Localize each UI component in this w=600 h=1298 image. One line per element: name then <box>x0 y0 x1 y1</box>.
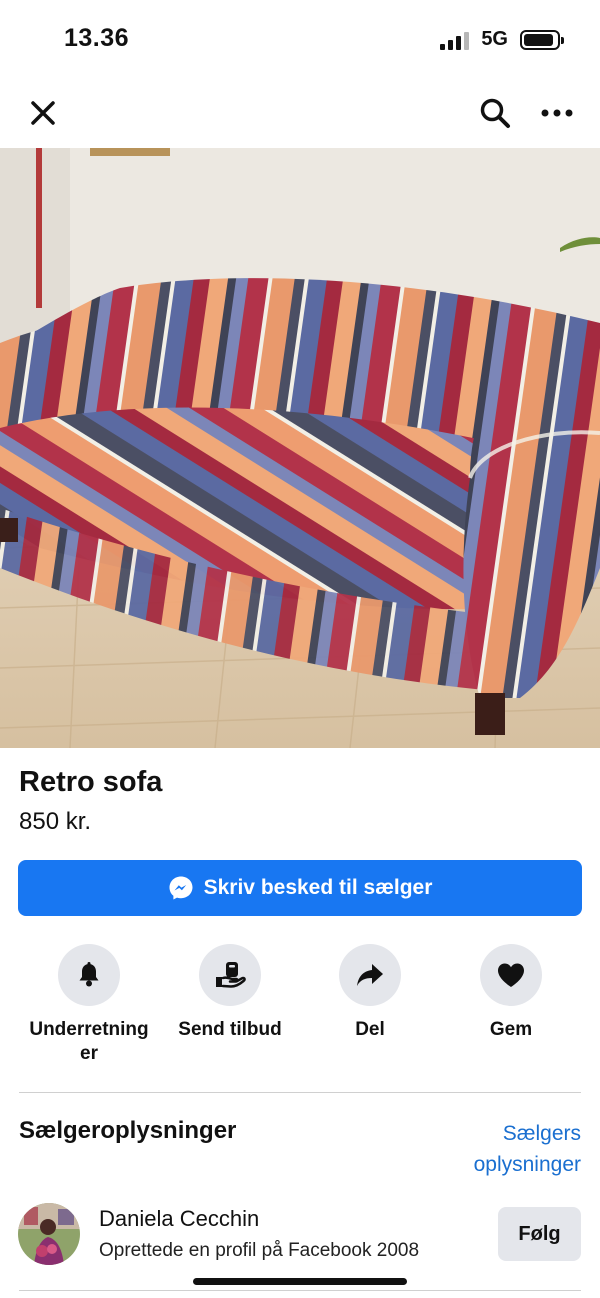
signal-bars-icon <box>440 30 470 50</box>
notifications-label: Underretninger <box>29 1019 149 1064</box>
message-seller-button[interactable]: Skriv besked til sælger <box>18 860 582 916</box>
seller-name[interactable]: Daniela Cecchin <box>99 1206 259 1232</box>
status-indicators: 5G <box>440 28 564 51</box>
avatar[interactable] <box>18 1203 80 1265</box>
seller-subtitle: Oprettede en profil på Facebook 2008 <box>99 1240 420 1261</box>
search-button[interactable] <box>472 90 518 136</box>
sofa-image <box>0 148 600 748</box>
messenger-icon <box>169 876 193 900</box>
listing-price: 850 kr. <box>19 808 92 835</box>
status-bar: 13.36 5G <box>0 0 600 80</box>
send-offer-button[interactable] <box>199 944 261 1006</box>
bell-icon <box>79 962 99 987</box>
avatar-photo <box>18 1203 80 1265</box>
share-label: Del <box>355 1019 385 1040</box>
share-action[interactable]: Del <box>295 944 445 1042</box>
message-seller-label: Skriv besked til sælger <box>203 876 433 899</box>
seller-section-heading: Sælgeroplysninger <box>19 1117 237 1144</box>
offer-hand-icon <box>216 962 246 988</box>
heart-icon <box>498 963 524 987</box>
home-indicator <box>193 1278 407 1285</box>
share-button[interactable] <box>339 944 401 1006</box>
action-row: Underretninger Send tilbud Del Gem <box>0 944 600 1074</box>
bottom-divider <box>19 1290 581 1291</box>
send-offer-label: Send tilbud <box>178 1019 282 1040</box>
more-dots-icon <box>541 109 573 117</box>
seller-row[interactable]: Daniela Cecchin Oprettede en profil på F… <box>0 1198 600 1270</box>
notifications-action[interactable]: Underretninger <box>14 944 164 1066</box>
close-button[interactable] <box>20 90 66 136</box>
top-nav <box>0 80 600 148</box>
battery-icon <box>520 29 564 50</box>
seller-info-link[interactable]: Sælgers oplysninger <box>431 1118 581 1180</box>
more-button[interactable] <box>534 90 580 136</box>
close-icon <box>31 101 55 125</box>
save-button[interactable] <box>480 944 542 1006</box>
share-arrow-icon <box>357 964 383 986</box>
listing-title: Retro sofa <box>19 766 163 798</box>
section-divider <box>19 1092 581 1093</box>
follow-button[interactable]: Følg <box>498 1207 581 1261</box>
save-action[interactable]: Gem <box>436 944 586 1042</box>
network-label: 5G <box>481 28 508 50</box>
send-offer-action[interactable]: Send tilbud <box>155 944 305 1042</box>
save-label: Gem <box>489 1019 533 1040</box>
product-photo[interactable] <box>0 148 600 748</box>
notifications-button[interactable] <box>58 944 120 1006</box>
status-time: 13.36 <box>64 24 130 52</box>
search-icon <box>480 98 510 128</box>
